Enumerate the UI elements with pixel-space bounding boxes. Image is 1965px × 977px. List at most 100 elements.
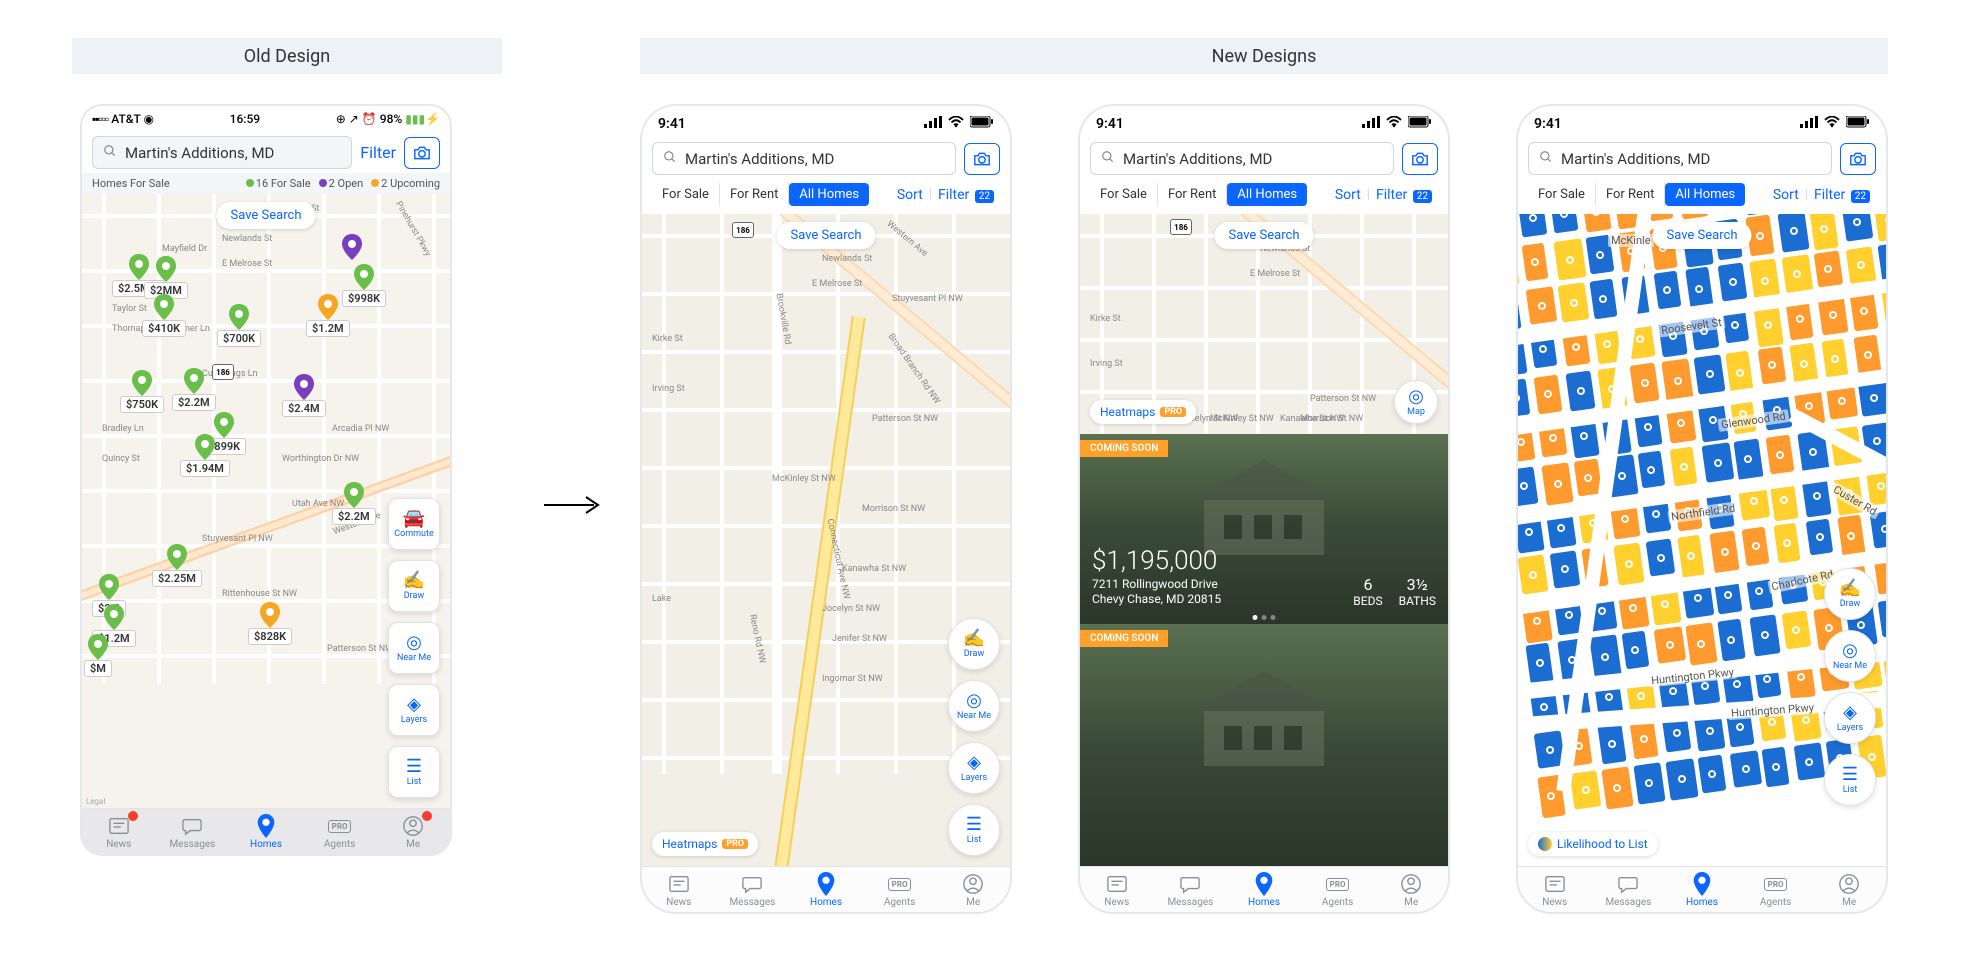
parcel[interactable] bbox=[1597, 723, 1626, 765]
tab-news[interactable]: News bbox=[1518, 867, 1592, 912]
camera-button[interactable] bbox=[1840, 143, 1876, 175]
tab-me[interactable]: Me bbox=[376, 809, 450, 854]
fab-draw[interactable]: ✍Draw bbox=[1824, 568, 1876, 620]
parcel[interactable] bbox=[1877, 243, 1886, 284]
tab-for-rent[interactable]: For Rent bbox=[1596, 183, 1665, 206]
heatmap-area[interactable]: McKinleRoosevelt StGlenwood RdNorthfield… bbox=[1518, 214, 1886, 866]
tab-news[interactable]: News bbox=[642, 867, 716, 912]
fab-commute[interactable]: 🚘Commute bbox=[388, 498, 440, 550]
map-pin[interactable]: $2.2M bbox=[172, 368, 216, 411]
tab-me[interactable]: Me bbox=[1374, 867, 1448, 912]
search-input[interactable]: Martin's Additions, MD bbox=[92, 136, 352, 169]
fab-near-me[interactable]: ◎Near Me bbox=[1824, 630, 1876, 682]
tab-news[interactable]: News bbox=[1080, 867, 1154, 912]
parcel[interactable] bbox=[1846, 246, 1877, 284]
camera-button[interactable] bbox=[404, 137, 440, 169]
parcel[interactable] bbox=[1646, 538, 1676, 577]
map-area[interactable]: 186 Newlands StE Melrose StKirke StIrvin… bbox=[1080, 214, 1448, 434]
parcel[interactable] bbox=[1613, 542, 1645, 585]
parcel[interactable] bbox=[1633, 762, 1665, 804]
search-input[interactable]: Martin's Additions, MD bbox=[1090, 142, 1394, 175]
tab-me[interactable]: Me bbox=[936, 867, 1010, 912]
tab-messages[interactable]: Messages bbox=[1592, 867, 1666, 912]
map-area[interactable]: 186 Newlands StE Melrose StKirke StIrvin… bbox=[642, 214, 1010, 866]
parcel[interactable] bbox=[1794, 742, 1825, 781]
parcel[interactable] bbox=[1638, 451, 1665, 489]
tab-messages[interactable]: Messages bbox=[156, 809, 230, 854]
tab-agents[interactable]: PROAgents bbox=[863, 867, 937, 912]
fab-layers[interactable]: ◈Layers bbox=[1824, 692, 1876, 744]
filter-link[interactable]: Filter 22 bbox=[1370, 187, 1438, 203]
tab-agents[interactable]: PROAgents bbox=[1739, 867, 1813, 912]
save-search-button[interactable]: Save Search bbox=[777, 222, 876, 249]
tab-homes[interactable]: Homes bbox=[789, 867, 863, 912]
map-pin[interactable]: $2.2M bbox=[332, 482, 376, 525]
fab-draw[interactable]: ✍Draw bbox=[948, 618, 1000, 670]
parcel[interactable] bbox=[1758, 347, 1787, 385]
search-input[interactable]: Martin's Additions, MD bbox=[1528, 142, 1832, 175]
map-pin[interactable]: $1.94M bbox=[180, 434, 230, 477]
map-pin[interactable]: $410K bbox=[142, 294, 186, 337]
map-pin[interactable] bbox=[342, 234, 362, 260]
parcel[interactable] bbox=[1842, 214, 1874, 242]
parcel[interactable] bbox=[1853, 335, 1881, 375]
tab-homes[interactable]: Homes bbox=[1227, 867, 1301, 912]
parcel[interactable] bbox=[1654, 271, 1681, 310]
parcel[interactable] bbox=[1581, 214, 1611, 233]
heatmaps-button[interactable]: HeatmapsPRO bbox=[1090, 400, 1196, 424]
tab-me[interactable]: Me bbox=[1812, 867, 1886, 912]
tab-all-homes[interactable]: All Homes bbox=[1227, 183, 1307, 206]
fab-near-me[interactable]: ◎Near Me bbox=[388, 622, 440, 674]
search-input[interactable]: Martin's Additions, MD bbox=[652, 142, 956, 175]
map-pin[interactable]: $1.2M bbox=[306, 294, 350, 337]
parcel[interactable] bbox=[1553, 238, 1586, 280]
parcel[interactable] bbox=[1550, 214, 1578, 233]
parcel[interactable] bbox=[1873, 214, 1886, 242]
parcel[interactable] bbox=[1550, 550, 1581, 588]
map-area[interactable]: Leland StMayfield DrTurner LnCummings Ln… bbox=[82, 194, 450, 808]
parcel[interactable] bbox=[1670, 447, 1698, 487]
parcel[interactable] bbox=[1814, 250, 1843, 287]
parcel[interactable] bbox=[1761, 747, 1789, 788]
parcel[interactable] bbox=[1518, 214, 1548, 238]
filter-link[interactable]: Filter bbox=[360, 143, 396, 162]
parcel[interactable] bbox=[1822, 339, 1849, 379]
filter-link[interactable]: Filter 22 bbox=[1808, 187, 1876, 203]
parcel[interactable] bbox=[1698, 754, 1727, 793]
parcel[interactable] bbox=[1541, 462, 1574, 505]
tab-messages[interactable]: Messages bbox=[1154, 867, 1228, 912]
parcel[interactable] bbox=[1522, 243, 1549, 282]
parcel[interactable] bbox=[1694, 354, 1726, 394]
likelihood-button[interactable]: Likelihood to List bbox=[1528, 832, 1658, 856]
listing-card[interactable]: COMING SOON bbox=[1080, 624, 1448, 866]
tab-for-sale[interactable]: For Sale bbox=[1528, 183, 1596, 206]
parcel[interactable] bbox=[1773, 523, 1800, 564]
map-pin[interactable]: $700K bbox=[217, 304, 261, 347]
parcel[interactable] bbox=[1654, 626, 1686, 664]
parcel[interactable] bbox=[1518, 246, 1520, 287]
tab-for-rent[interactable]: For Rent bbox=[1158, 183, 1227, 206]
parcel[interactable] bbox=[1622, 631, 1649, 670]
fab-layers[interactable]: ◈Layers bbox=[388, 684, 440, 736]
fab-map[interactable]: ◎Map bbox=[1394, 380, 1438, 424]
parcel[interactable] bbox=[1630, 362, 1660, 403]
parcel[interactable] bbox=[1534, 374, 1563, 414]
save-search-button[interactable]: Save Search bbox=[1653, 222, 1752, 249]
parcel[interactable] bbox=[1730, 750, 1762, 788]
parcel[interactable] bbox=[1837, 515, 1865, 558]
parcel[interactable] bbox=[1518, 467, 1538, 507]
map-pin[interactable]: $M bbox=[84, 634, 112, 677]
parcel[interactable] bbox=[1526, 286, 1558, 325]
tab-agents[interactable]: PROAgents bbox=[303, 809, 377, 854]
map-pin[interactable]: $750K bbox=[120, 370, 164, 413]
parcel[interactable] bbox=[1518, 378, 1531, 417]
parcel[interactable] bbox=[1749, 614, 1780, 656]
parcel[interactable] bbox=[1742, 527, 1770, 567]
parcel[interactable] bbox=[1878, 598, 1886, 637]
tab-news[interactable]: News bbox=[82, 809, 156, 854]
parcel[interactable] bbox=[1558, 282, 1590, 323]
parcel[interactable] bbox=[1717, 619, 1745, 661]
map-pin[interactable]: $2.4M bbox=[282, 374, 326, 417]
parcel[interactable] bbox=[1809, 214, 1839, 251]
parcel[interactable] bbox=[1718, 262, 1748, 301]
